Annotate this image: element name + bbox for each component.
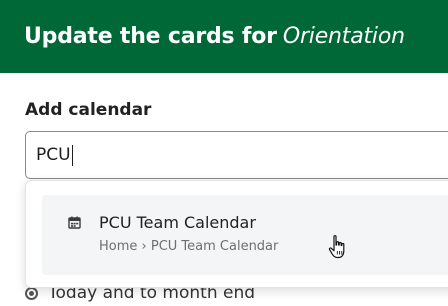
dialog-title: Update the cards for Orientation (24, 24, 405, 49)
add-calendar-label: Add calendar (25, 100, 152, 120)
suggestion-item[interactable]: PCU Team Calendar Home › PCU Team Calend… (42, 195, 448, 275)
dialog-title-subject: Orientation (282, 24, 405, 49)
add-calendar-input[interactable]: PCU (25, 131, 448, 179)
suggestion-breadcrumb: Home › PCU Team Calendar (99, 239, 279, 254)
calendar-suggestions-dropdown: PCU Team Calendar Home › PCU Team Calend… (25, 180, 448, 288)
add-calendar-input-value[interactable]: PCU (36, 145, 71, 165)
dialog-header: Update the cards for Orientation (0, 0, 448, 73)
suggestion-title: PCU Team Calendar (99, 213, 256, 232)
calendar-icon (68, 216, 81, 229)
hand-pointer-icon (328, 235, 345, 259)
text-caret (71, 144, 73, 166)
radio-selected-icon[interactable] (25, 286, 38, 300)
dialog-title-prefix: Update the cards for (24, 24, 277, 49)
